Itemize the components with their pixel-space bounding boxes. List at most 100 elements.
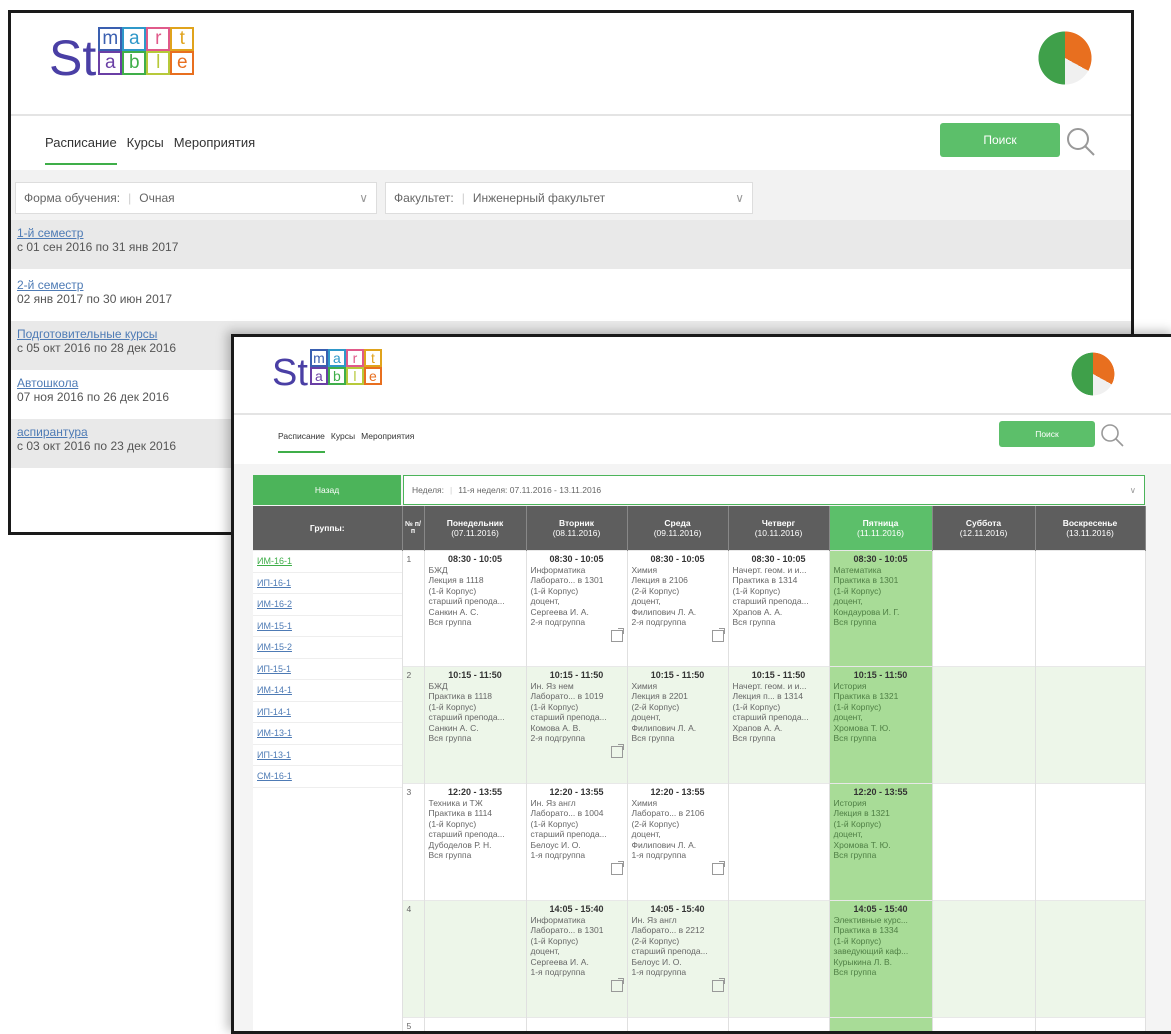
lesson-cell[interactable]: 08:30 - 10:05Начерт. геом. и и...Практик… — [728, 551, 829, 667]
search-button[interactable]: Поиск — [940, 123, 1060, 157]
lesson-cell[interactable]: 08:30 - 10:05ИнформатикаЛаборато... в 13… — [526, 551, 627, 667]
logo-letter: t — [170, 27, 194, 51]
lesson-cell[interactable]: 12:20 - 13:55Ин. Яз англЛаборато... в 10… — [526, 784, 627, 901]
search-icon[interactable] — [1098, 421, 1126, 449]
chevron-down-icon: ∨ — [735, 191, 744, 205]
lesson-cell — [932, 784, 1035, 901]
lesson-cell[interactable]: 10:15 - 11:50ИсторияПрактика в 1321(1-й … — [829, 667, 932, 784]
lesson-detail: Комова А. В. — [531, 723, 623, 734]
group-link[interactable]: ИП-14-1 — [253, 702, 402, 724]
header-divider — [11, 114, 1131, 116]
group-link[interactable]: ИМ-16-1 — [253, 551, 402, 573]
lesson-detail: 2-я подгруппа — [531, 733, 623, 744]
form-value: Очная — [139, 191, 359, 205]
nav-events[interactable]: Мероприятия — [361, 431, 414, 453]
nav-courses[interactable]: Курсы — [331, 431, 355, 453]
nav-events[interactable]: Мероприятия — [174, 135, 256, 165]
group-link[interactable]: ИП-13-1 — [253, 745, 402, 767]
day-name: Среда — [630, 518, 726, 528]
week-value: 11-я неделя: 07.11.2016 - 13.11.2016 — [458, 485, 1130, 495]
smarttable-logo[interactable]: St mart able — [272, 349, 382, 392]
nav-schedule[interactable]: Расписание — [278, 431, 325, 453]
open-external-icon[interactable] — [712, 630, 724, 642]
lesson-detail: Сергеева И. А. — [531, 957, 623, 968]
lesson-detail: (1-й Корпус) — [531, 586, 623, 597]
back-button[interactable]: Назад — [253, 475, 401, 505]
logo-letter: e — [170, 51, 194, 75]
lesson-detail: Лекция п... в 1314 — [733, 691, 825, 702]
lesson-detail: Химия — [632, 565, 724, 576]
form-select[interactable]: Форма обучения: | Очная ∨ — [15, 182, 377, 214]
logo-letter: m — [98, 27, 122, 51]
logo-letter: a — [328, 349, 346, 367]
group-link[interactable]: ИМ-13-1 — [253, 723, 402, 745]
lesson-detail: Филипович Л. А. — [632, 607, 724, 618]
logo-letter: t — [364, 349, 382, 367]
lesson-cell[interactable]: 10:15 - 11:50Ин. Яз немЛаборато... в 101… — [526, 667, 627, 784]
lesson-time: 12:20 - 13:55 — [531, 787, 623, 798]
day-date: (12.11.2016) — [935, 528, 1033, 538]
lesson-detail: Практика в 1334 — [834, 925, 928, 936]
lesson-cell[interactable]: 10:15 - 11:50ХимияЛекция в 2201(2-й Корп… — [627, 667, 728, 784]
lesson-cell — [424, 901, 526, 1018]
open-external-icon[interactable] — [611, 630, 623, 642]
lesson-cell[interactable]: 14:05 - 15:40Ин. Яз англЛаборато... в 22… — [627, 901, 728, 1018]
lesson-cell — [932, 551, 1035, 667]
lesson-detail: Химия — [632, 798, 724, 809]
group-link[interactable]: ИМ-14-1 — [253, 680, 402, 702]
lesson-cell[interactable]: 10:15 - 11:50БЖДПрактика в 1118(1-й Корп… — [424, 667, 526, 784]
group-link[interactable]: СМ-16-1 — [253, 766, 402, 788]
university-gear-logo — [1034, 27, 1096, 89]
lesson-cell[interactable]: 12:20 - 13:55ХимияЛаборато... в 2106(2-й… — [627, 784, 728, 901]
lesson-detail: Белоус И. О. — [531, 840, 623, 851]
open-external-icon[interactable] — [611, 863, 623, 875]
logo-row-top: mart — [98, 27, 194, 51]
lesson-cell[interactable]: 14:05 - 15:40ИнформатикаЛаборато... в 13… — [526, 901, 627, 1018]
lesson-detail: (1-й Корпус) — [834, 586, 928, 597]
group-link[interactable]: ИМ-15-2 — [253, 637, 402, 659]
semester-link[interactable]: 1-й семестр — [17, 226, 1125, 240]
semester-dates: с 03 окт 2016 по 23 дек 2016 — [17, 439, 176, 453]
lesson-cell[interactable]: 10:15 - 11:50Начерт. геом. и и...Лекция … — [728, 667, 829, 784]
lesson-cell[interactable]: 08:30 - 10:05БЖДЛекция в 1118(1-й Корпус… — [424, 551, 526, 667]
nav-courses[interactable]: Курсы — [127, 135, 164, 165]
group-link[interactable]: ИМ-15-1 — [253, 616, 402, 638]
groups-header: Группы: — [253, 506, 402, 551]
lesson-detail: 1-я подгруппа — [531, 850, 623, 861]
semester-item[interactable]: 2-й семестр 02 янв 2017 по 30 июн 2017 — [11, 272, 1131, 321]
open-external-icon[interactable] — [712, 980, 724, 992]
lesson-cell — [728, 901, 829, 1018]
faculty-select[interactable]: Факультет: | Инженерный факультет ∨ — [385, 182, 753, 214]
open-external-icon[interactable] — [611, 980, 623, 992]
day-name: Воскресенье — [1038, 518, 1143, 528]
lesson-cell[interactable]: 14:05 - 15:40Элективные курс...Практика … — [829, 901, 932, 1018]
lesson-cell[interactable]: 12:20 - 13:55ИсторияЛекция в 1321(1-й Ко… — [829, 784, 932, 901]
lesson-detail: доцент, — [632, 712, 724, 723]
lesson-detail: Практика в 1301 — [834, 575, 928, 586]
number-header: № п/п — [402, 506, 424, 551]
lesson-detail: Лаборато... в 2212 — [632, 925, 724, 936]
lesson-cell[interactable]: 08:30 - 10:05ХимияЛекция в 2106(2-й Корп… — [627, 551, 728, 667]
open-external-icon[interactable] — [712, 863, 724, 875]
lesson-detail: доцент, — [531, 596, 623, 607]
group-link[interactable]: ИМ-16-2 — [253, 594, 402, 616]
main-nav: Расписание Курсы Мероприятия — [278, 431, 414, 453]
lesson-cell[interactable]: 12:20 - 13:55Техника и ТЖПрактика в 1114… — [424, 784, 526, 901]
lesson-cell[interactable]: 08:30 - 10:05МатематикаПрактика в 1301(1… — [829, 551, 932, 667]
search-icon[interactable] — [1063, 124, 1097, 158]
week-select[interactable]: Неделя: | 11-я неделя: 07.11.2016 - 13.1… — [403, 475, 1145, 505]
group-link[interactable]: ИП-15-1 — [253, 659, 402, 681]
lesson-detail: Вся группа — [733, 733, 825, 744]
smarttable-logo[interactable]: St mart able — [49, 27, 194, 83]
semester-item[interactable]: 1-й семестр с 01 сен 2016 по 31 янв 2017 — [11, 220, 1131, 269]
group-link[interactable]: ИП-16-1 — [253, 573, 402, 595]
search-button[interactable]: Поиск — [999, 421, 1095, 447]
nav-schedule[interactable]: Расписание — [45, 135, 117, 165]
header-divider — [234, 413, 1171, 415]
open-external-icon[interactable] — [611, 746, 623, 758]
lesson-detail: Хромова Т. Ю. — [834, 723, 928, 734]
logo-letter: m — [310, 349, 328, 367]
lesson-time: 12:20 - 13:55 — [834, 787, 928, 798]
semester-link[interactable]: 2-й семестр — [17, 278, 1125, 292]
logo-st: St — [272, 354, 308, 392]
